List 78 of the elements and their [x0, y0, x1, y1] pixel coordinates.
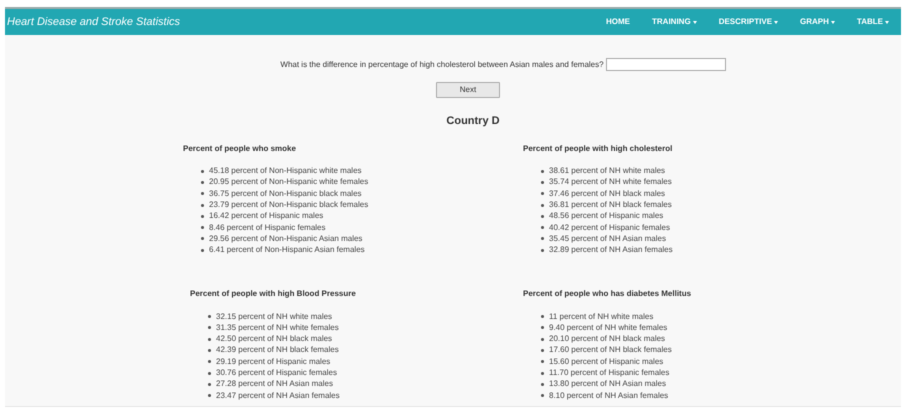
bullet-icon	[541, 226, 544, 230]
answer-field[interactable]	[606, 58, 726, 71]
list-item-text: 11.70 percent of Hispanic females	[549, 368, 670, 378]
list-item-text: 15.60 percent of Hispanic males	[549, 356, 664, 367]
bullet-icon	[541, 360, 544, 364]
bullet-icon	[541, 192, 544, 196]
list-item-text: 8.10 percent of NH Asian females	[549, 390, 668, 401]
bullet-icon	[201, 204, 204, 207]
bullet-icon	[208, 382, 211, 386]
list-item-text: 31.35 percent of NH white females	[216, 322, 339, 333]
list-item-text: 29.56 percent of Non-Hispanic Asian males	[209, 234, 362, 244]
bullet-icon	[201, 214, 204, 218]
list-item-text: 48.56 percent of Hispanic males	[549, 211, 664, 222]
list-item-text: 20.10 percent of NH black males	[549, 334, 666, 344]
bullet-icon	[541, 248, 544, 252]
bullet-icon	[208, 348, 211, 352]
list-item-text: 23.79 percent of Non-Hispanic black females	[209, 200, 368, 210]
bullet-icon	[208, 326, 211, 330]
next-button[interactable]: Next	[436, 82, 500, 98]
list-item-text: 30.76 percent of Hispanic females	[216, 368, 337, 378]
bullet-icon	[201, 192, 204, 196]
list-item-text: 40.42 percent of Hispanic females	[549, 222, 670, 233]
bullet-icon	[541, 204, 544, 207]
bullet-icon	[541, 372, 544, 374]
bullet-icon	[541, 315, 544, 318]
bullet-icon	[201, 180, 204, 184]
list-item-text: 16.42 percent of Hispanic males	[209, 211, 324, 222]
list-item-text: 17.60 percent of NH black females	[549, 345, 672, 356]
list-item-text: 13.80 percent of NH Asian males	[549, 379, 666, 390]
list-item-text: 9.40 percent of NH white females	[549, 322, 668, 333]
list-item-text: 32.15 percent of NH white males	[216, 312, 332, 322]
bullet-icon	[541, 394, 544, 398]
nav-link[interactable]: TRAINING	[650, 16, 699, 28]
country-heading: Country D	[446, 114, 500, 129]
nav-link[interactable]: HOME	[604, 16, 632, 28]
list-item-text: 6.41 percent of Non-Hispanic Asian females	[209, 245, 365, 256]
bullet-icon	[541, 214, 544, 218]
nav-link[interactable]: GRAPH	[798, 16, 837, 28]
list-item-text: 37.46 percent of NH black males	[549, 188, 666, 199]
list-item-text: 8.46 percent of Hispanic females	[209, 222, 326, 233]
bullet-icon	[541, 180, 544, 184]
list-item-text: 45.18 percent of Non-Hispanic white males	[209, 166, 362, 176]
bullet-icon	[541, 348, 544, 352]
section-heading: Percent of people with high cholesterol	[523, 144, 674, 154]
bullet-icon	[541, 237, 544, 240]
bullet-icon	[201, 226, 204, 230]
nav-link[interactable]: DESCRIPTIVE	[716, 16, 780, 28]
bullet-icon	[208, 394, 211, 398]
list-item-text: 36.75 percent of Non-Hispanic black males	[209, 188, 362, 199]
list-item-text: 42.39 percent of NH black females	[216, 345, 339, 356]
question-text: What is the difference in percentage of high cholesterol between Asian males and females?	[280, 58, 604, 70]
bullet-icon	[208, 338, 211, 341]
site-title[interactable]: Heart Disease and Stroke Statistics	[7, 14, 180, 30]
bullet-icon	[541, 382, 544, 386]
nav-link[interactable]: TABLE	[854, 16, 891, 28]
list-item-text: 32.89 percent of NH Asian females	[549, 245, 673, 256]
bullet-icon	[201, 248, 204, 252]
list-item-text: 29.19 percent of Hispanic males	[216, 356, 330, 367]
bullet-icon	[201, 237, 204, 240]
list-item-text: 20.95 percent of Non-Hispanic white females	[209, 177, 368, 188]
bullet-icon	[201, 170, 204, 173]
list-item-text: 36.81 percent of NH black females	[549, 200, 672, 210]
list-item-text: 11 percent of NH white males	[549, 312, 654, 322]
bullet-icon	[208, 315, 211, 318]
list-item-text: 35.74 percent of NH white females	[549, 177, 672, 188]
bullet-icon	[541, 326, 544, 330]
section-heading: Percent of people with high Blood Pressure	[190, 288, 357, 299]
list-item-text: 27.28 percent of NH Asian males	[216, 379, 333, 390]
bullet-icon	[541, 338, 544, 341]
bullet-icon	[541, 170, 544, 173]
section-heading: Percent of people who has diabetes Mellitus	[523, 288, 692, 299]
list-item-text: 42.50 percent of NH black males	[216, 334, 332, 344]
bullet-icon	[208, 360, 211, 364]
list-item-text: 38.61 percent of NH white males	[549, 166, 666, 176]
bullet-icon	[208, 372, 211, 374]
list-item-text: 23.47 percent of NH Asian females	[216, 390, 340, 401]
section-heading: Percent of people who smoke	[183, 144, 297, 154]
list-item-text: 35.45 percent of NH Asian males	[549, 234, 666, 244]
